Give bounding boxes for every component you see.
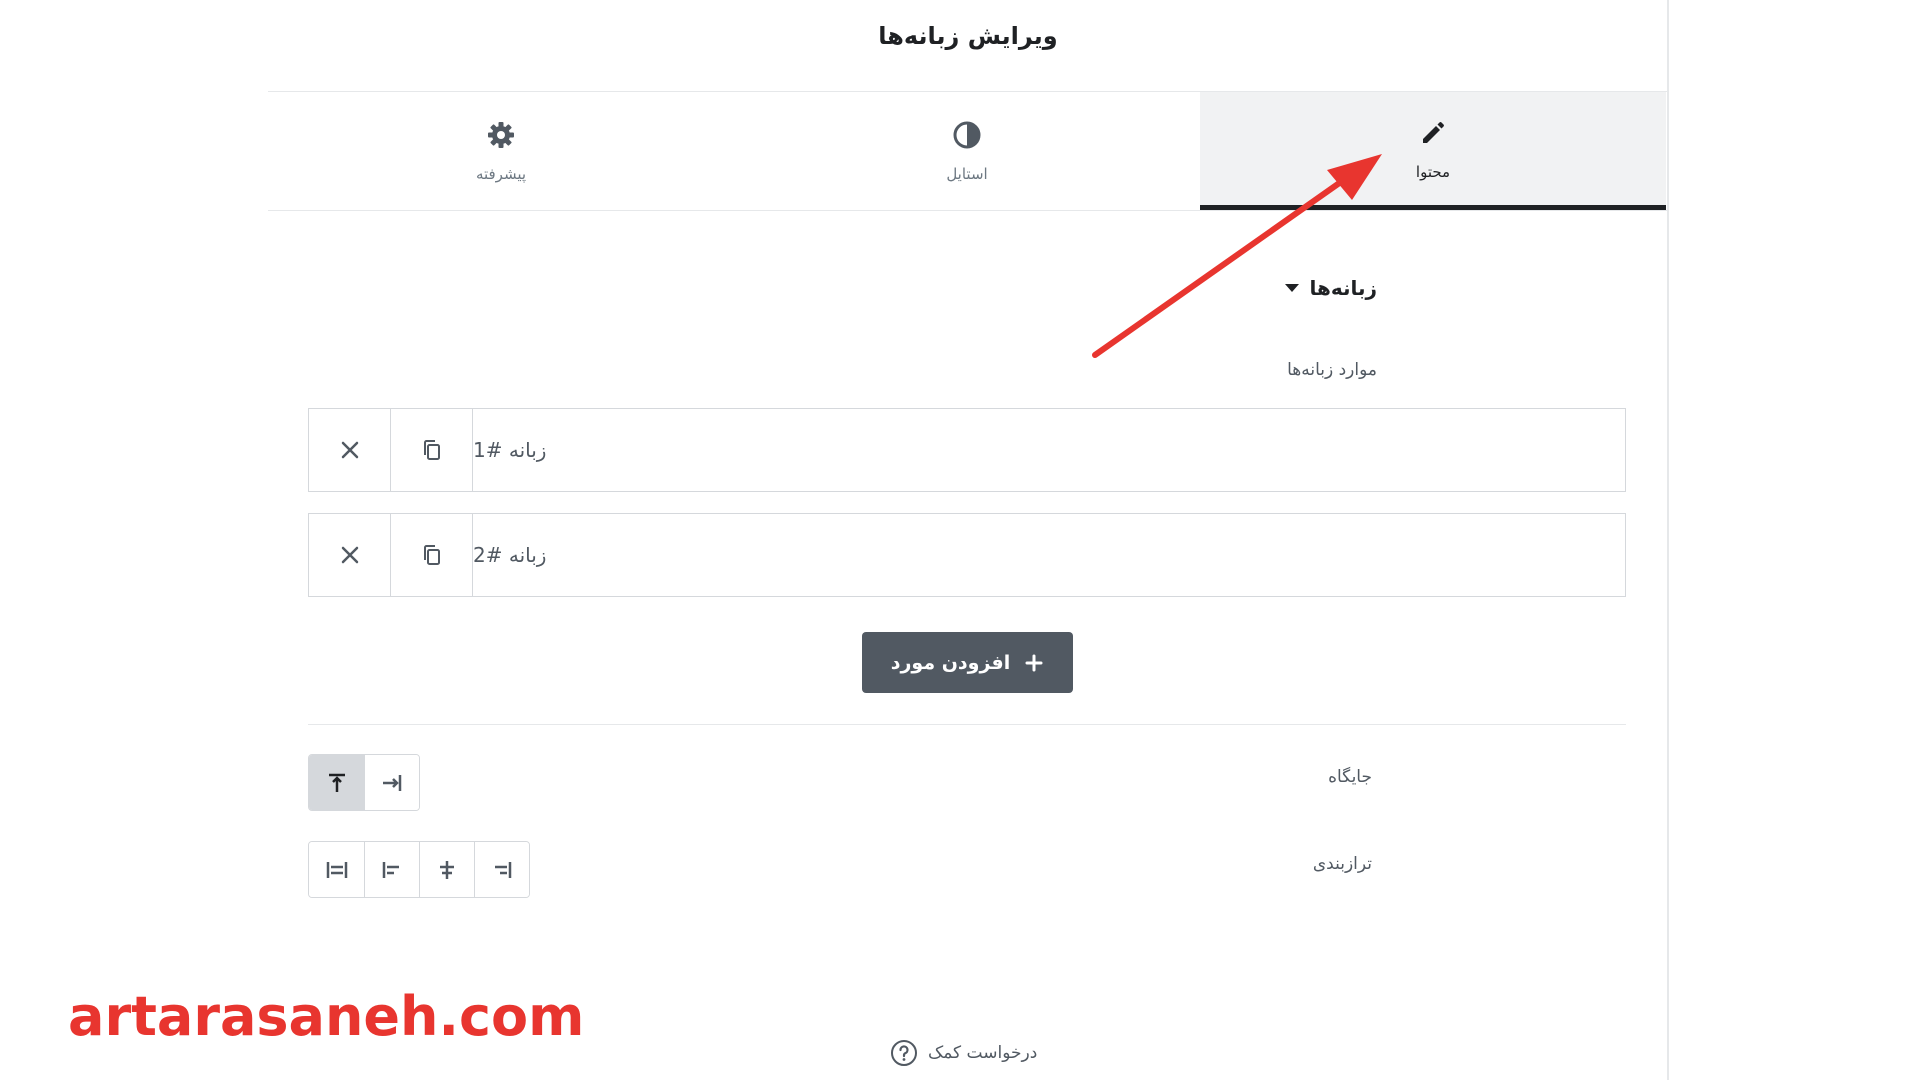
divider	[308, 724, 1626, 725]
justify-icon	[326, 861, 347, 878]
items-label: موارد زبانه‌ها	[1287, 360, 1377, 380]
tab-content[interactable]: محتوا	[1200, 92, 1666, 210]
pencil-icon	[1417, 117, 1449, 153]
panel-title: ویرایش زبانه‌ها	[878, 22, 1058, 50]
align-start-button[interactable]	[364, 842, 419, 897]
remove-item-button[interactable]	[309, 514, 391, 596]
repeater-item[interactable]: زبانه #2	[308, 513, 1626, 597]
align-start-icon	[382, 861, 399, 878]
align-end-icon	[383, 774, 402, 791]
align-top-icon	[328, 773, 345, 792]
position-side-button[interactable]	[364, 755, 419, 810]
repeater-item-title[interactable]: زبانه #2	[473, 514, 1625, 596]
align-end-icon	[495, 861, 512, 878]
help-link[interactable]: درخواست کمک	[890, 1039, 1037, 1067]
align-justify-button[interactable]	[309, 842, 364, 897]
position-top-button[interactable]	[309, 755, 364, 810]
close-icon	[341, 441, 358, 459]
align-center-icon	[440, 860, 454, 879]
question-circle-icon	[891, 1040, 917, 1066]
watermark-text: artarasaneh.com	[68, 985, 585, 1048]
contrast-icon	[951, 119, 983, 155]
repeater-item[interactable]: زبانه #1	[308, 408, 1626, 492]
remove-item-button[interactable]	[309, 409, 391, 491]
tab-bar: محتوا استایل پیشرفته	[268, 91, 1668, 211]
alignment-label: ترازبندی	[1312, 854, 1372, 874]
position-label: جایگاه	[1328, 767, 1372, 787]
gear-icon	[485, 119, 517, 155]
add-item-label: افزودن مورد	[890, 651, 1011, 674]
tab-advanced[interactable]: پیشرفته	[268, 92, 734, 210]
plus-icon	[1025, 654, 1043, 671]
section-title: زبانه‌ها	[1309, 276, 1377, 300]
duplicate-item-button[interactable]	[391, 409, 473, 491]
tab-style-label: استایل	[946, 165, 988, 183]
tab-advanced-label: پیشرفته	[475, 165, 527, 183]
copy-icon	[423, 545, 440, 565]
copy-icon	[423, 440, 440, 460]
alignment-button-group	[308, 841, 530, 898]
tab-style[interactable]: استایل	[734, 92, 1200, 210]
add-item-button[interactable]: افزودن مورد	[862, 632, 1073, 693]
align-end-button[interactable]	[474, 842, 529, 897]
caret-down-icon	[1285, 284, 1300, 292]
section-toggle-tabs[interactable]: زبانه‌ها	[1285, 276, 1377, 300]
repeater-item-title[interactable]: زبانه #1	[473, 409, 1625, 491]
help-label: درخواست کمک	[928, 1043, 1038, 1063]
panel-edge	[1667, 0, 1669, 1080]
align-center-button[interactable]	[419, 842, 474, 897]
editor-panel: ویرایش زبانه‌ها محتوا استایل	[0, 0, 1668, 1080]
position-button-group	[308, 754, 420, 811]
tab-content-label: محتوا	[1415, 162, 1451, 181]
duplicate-item-button[interactable]	[391, 514, 473, 596]
close-icon	[341, 546, 358, 564]
